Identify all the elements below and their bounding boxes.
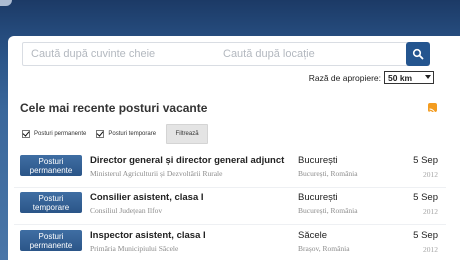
job-city: București [298, 192, 338, 203]
search-bar [22, 42, 430, 66]
search-button[interactable] [406, 42, 430, 66]
permanent-checkbox[interactable] [22, 130, 30, 138]
job-date: 5 Sep [413, 192, 438, 203]
radius-label: Rază de apropiere: [308, 72, 381, 83]
temporary-checkbox[interactable] [96, 130, 105, 138]
job-row[interactable]: Posturi temporare Consilier asistent, cl… [0, 189, 460, 225]
section-title: Cele mai recente posturi vacante [20, 101, 208, 115]
job-region: București, România [298, 169, 358, 178]
job-type-badge: Posturi permanente [20, 230, 82, 251]
radius-select[interactable]: 50 km [384, 71, 434, 84]
radius-filter: Rază de apropiere: 50 km [300, 71, 434, 84]
rss-icon[interactable] [428, 103, 437, 115]
permanent-label: Posturi permanente [34, 131, 87, 137]
job-date: 5 Sep [413, 230, 438, 241]
job-year: 2012 [423, 170, 438, 179]
job-city: București [298, 155, 338, 166]
job-year: 2012 [423, 207, 438, 216]
temporary-label: Posturi temporare [108, 131, 157, 137]
job-row[interactable]: Posturi permanente Inspector asistent, c… [0, 227, 460, 260]
job-year: 2012 [423, 245, 438, 254]
radius-value: 50 km [388, 72, 413, 83]
job-region: București, România [298, 206, 358, 215]
job-employer: Ministerul Agriculturii și Dezvoltării R… [90, 169, 223, 178]
job-title-link[interactable]: Consilier asistent, clasa I [90, 192, 204, 203]
job-employer: Primăria Municipiului Săcele [90, 244, 179, 253]
job-type-badge: Posturi temporare [20, 192, 82, 213]
location-input[interactable] [211, 43, 397, 65]
job-row[interactable]: Posturi permanente Director general și d… [0, 152, 460, 188]
search-icon [412, 48, 424, 60]
header-logo-fragment [0, 0, 12, 6]
filter-button[interactable]: Filtrează [166, 124, 209, 144]
keywords-input[interactable] [23, 43, 211, 65]
job-title-link[interactable]: Director general și director general adj… [90, 155, 284, 166]
rss-glyph [429, 108, 436, 115]
job-title-link[interactable]: Inspector asistent, clasa I [90, 230, 206, 241]
job-region: Brașov, România [298, 244, 350, 253]
job-type-filters: Posturi permanente Posturi temporare Fil… [22, 124, 209, 144]
job-city: Săcele [298, 230, 328, 241]
chevron-down-icon [425, 75, 431, 79]
job-date: 5 Sep [413, 155, 438, 166]
job-employer: Consiliul Județean Ilfov [90, 206, 163, 215]
job-type-badge: Posturi permanente [20, 155, 82, 176]
